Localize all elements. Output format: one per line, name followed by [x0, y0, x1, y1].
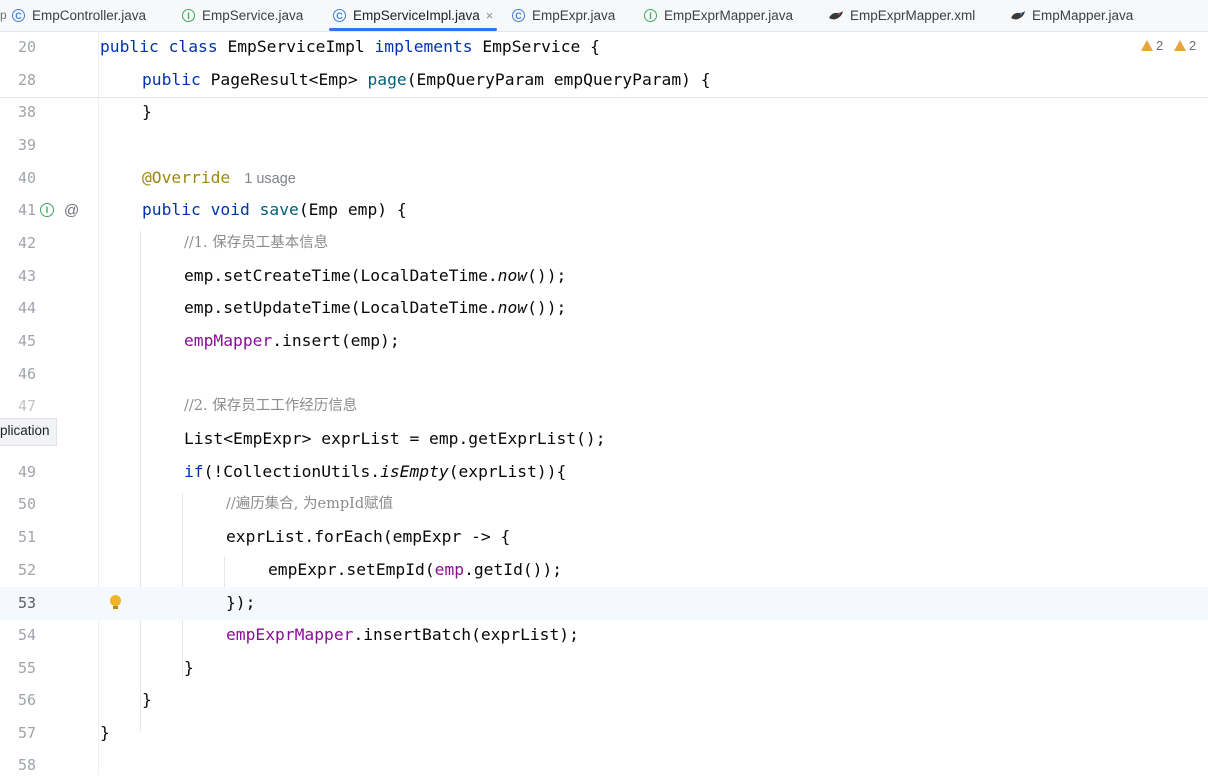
tab-empservice[interactable]: I EmpService.java	[182, 0, 303, 31]
code-line[interactable]: 46	[0, 358, 1208, 391]
code-line[interactable]: 52 empExpr.setEmpId(emp.getId());	[0, 554, 1208, 587]
tab-label: EmpServiceImpl.java	[353, 8, 480, 23]
tab-empexprmapper-xml[interactable]: EmpExprMapper.xml	[828, 0, 975, 31]
code-text: public void save(Emp emp) {	[142, 200, 407, 219]
code-text: emp.setCreateTime(LocalDateTime.now());	[184, 266, 567, 285]
tab-label: EmpExprMapper.xml	[850, 8, 976, 23]
code-line[interactable]: 58	[0, 749, 1208, 782]
code-line[interactable]: 51 exprList.forEach(empExpr -> {	[0, 521, 1208, 554]
tab-empserviceimpl[interactable]: C EmpServiceImpl.java ×	[328, 0, 498, 31]
code-comment: //遍历集合, 为empId赋值	[226, 496, 394, 512]
tab-label: EmpExpr.java	[532, 8, 616, 23]
code-line[interactable]: 40 @Override 1 usage	[0, 162, 1208, 195]
line-number: 50	[18, 495, 37, 513]
code-text: }	[100, 723, 110, 742]
line-number: 51	[18, 528, 37, 546]
line-number: 42	[18, 234, 37, 252]
code-text: }	[184, 658, 194, 677]
weak-warning-count[interactable]: 2	[1174, 38, 1196, 53]
implements-method-icon[interactable]: I	[40, 203, 54, 218]
annotation-gutter-icon[interactable]: @	[64, 202, 79, 219]
code-line[interactable]: 41 I @ public void save(Emp emp) {	[0, 194, 1208, 227]
warning-icon	[1141, 40, 1153, 51]
class-icon: C	[512, 9, 525, 22]
code-line[interactable]: 42 //1. 保存员工基本信息	[0, 227, 1208, 260]
interface-icon: I	[644, 9, 657, 22]
code-line[interactable]: 45 empMapper.insert(emp);	[0, 325, 1208, 358]
code-line[interactable]: List<EmpExpr> exprList = emp.getExprList…	[0, 423, 1208, 456]
line-number: 46	[18, 365, 37, 383]
tab-empmapper[interactable]: EmpMapper.java	[1010, 0, 1133, 31]
line-number: 54	[18, 626, 37, 644]
tab-label: EmpMapper.java	[1032, 8, 1134, 23]
tab-label: EmpService.java	[202, 8, 304, 23]
lightbulb-icon[interactable]	[110, 595, 121, 609]
tab-label: EmpExprMapper.java	[664, 8, 794, 23]
usage-hint[interactable]: 1 usage	[244, 171, 296, 187]
line-number: 55	[18, 659, 37, 677]
interface-icon: I	[182, 9, 195, 22]
code-text: empExpr.setEmpId(emp.getId());	[268, 560, 563, 579]
line-number: 20	[18, 38, 37, 56]
line-number: 56	[18, 691, 37, 709]
line-number: 39	[18, 136, 37, 154]
class-icon: C	[333, 9, 346, 22]
code-line[interactable]: 50 //遍历集合, 为empId赋值	[0, 488, 1208, 521]
tab-empcontroller[interactable]: C EmpController.java	[12, 0, 146, 31]
line-number: 43	[18, 267, 37, 285]
line-number: 45	[18, 332, 37, 350]
close-tab-icon[interactable]: ×	[486, 8, 494, 23]
class-icon: C	[12, 9, 25, 22]
line-number: 40	[18, 169, 37, 187]
code-editor[interactable]: 20 public class EmpServiceImpl implement…	[0, 31, 1208, 775]
code-text: }	[142, 690, 152, 709]
tooltip-fragment: plication	[0, 418, 57, 446]
line-number: 44	[18, 299, 37, 317]
line-number: 52	[18, 561, 37, 579]
code-text: empExprMapper.insertBatch(exprList);	[226, 625, 579, 644]
code-text: public PageResult<Emp> page(EmpQueryPara…	[142, 70, 711, 89]
code-line[interactable]: 43 emp.setCreateTime(LocalDateTime.now()…	[0, 260, 1208, 293]
line-number: 49	[18, 463, 37, 481]
code-line[interactable]: 20 public class EmpServiceImpl implement…	[0, 31, 1208, 64]
code-text: List<EmpExpr> exprList = emp.getExprList…	[184, 429, 606, 448]
code-text: empMapper.insert(emp);	[184, 331, 400, 350]
tab-empexprmapper-java[interactable]: I EmpExprMapper.java	[644, 0, 793, 31]
code-line[interactable]: 44 emp.setUpdateTime(LocalDateTime.now()…	[0, 292, 1208, 325]
code-line[interactable]: 57 }	[0, 717, 1208, 750]
code-text: public class EmpServiceImpl implements E…	[100, 37, 600, 56]
current-code-line[interactable]: 53 });	[0, 587, 1208, 620]
code-line[interactable]: 56 }	[0, 684, 1208, 717]
mybatis-icon	[1011, 10, 1025, 19]
code-comment: //2. 保存员工工作经历信息	[184, 398, 358, 414]
code-text: });	[226, 593, 256, 612]
line-number: 28	[18, 71, 37, 89]
code-line[interactable]: 38 }	[0, 96, 1208, 129]
code-text: }	[142, 102, 152, 121]
warning-count[interactable]: 2	[1141, 38, 1163, 53]
code-comment: //1. 保存员工基本信息	[184, 235, 329, 251]
gutter-icons: I @	[40, 194, 79, 227]
code-text: emp.setUpdateTime(LocalDateTime.now());	[184, 298, 567, 317]
mybatis-icon	[829, 10, 843, 19]
code-line[interactable]: 49 if(!CollectionUtils.isEmpty(exprList)…	[0, 456, 1208, 489]
code-line[interactable]: 47 //2. 保存员工工作经历信息	[0, 390, 1208, 423]
code-line[interactable]: 39	[0, 129, 1208, 162]
code-line[interactable]: 55 }	[0, 652, 1208, 685]
editor-tab-bar: p C EmpController.java I EmpService.java…	[0, 0, 1208, 32]
line-number: 38	[18, 103, 37, 121]
code-text: @Override 1 usage	[142, 168, 296, 187]
code-text: exprList.forEach(empExpr -> {	[226, 527, 511, 546]
tab-empexpr[interactable]: C EmpExpr.java	[512, 0, 615, 31]
tab-label: EmpController.java	[32, 8, 147, 23]
code-line[interactable]: 54 empExprMapper.insertBatch(exprList);	[0, 619, 1208, 652]
line-number: 53	[18, 594, 37, 612]
warning-icon	[1174, 40, 1186, 51]
code-text: if(!CollectionUtils.isEmpty(exprList)){	[184, 462, 567, 481]
code-line[interactable]: 28 public PageResult<Emp> page(EmpQueryP…	[0, 64, 1208, 97]
clipped-tab-fragment: p	[0, 8, 7, 22]
line-number: 57	[18, 724, 37, 742]
line-number: 58	[18, 756, 37, 774]
